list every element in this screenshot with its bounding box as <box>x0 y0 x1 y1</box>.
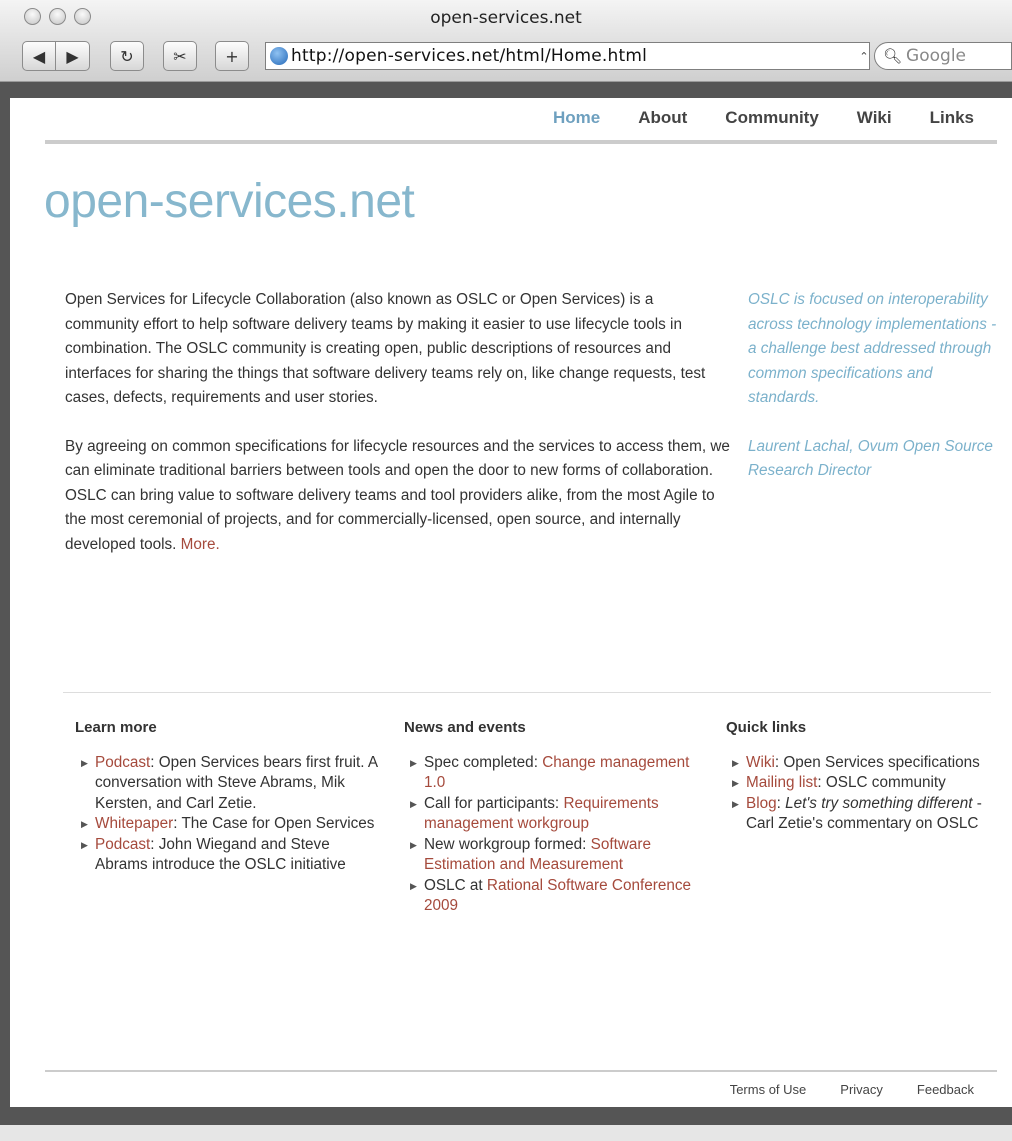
bullet-icon: ▶ <box>81 757 88 768</box>
news-heading: News and events <box>404 719 526 736</box>
blog-link[interactable]: Blog <box>746 795 777 812</box>
reload-button[interactable]: ↻ <box>110 41 144 71</box>
list-item: ▶ Spec completed: Change management 1.0 <box>404 753 704 794</box>
feedback-link[interactable]: Feedback <box>917 1082 974 1097</box>
news-section: News and events ▶ Spec completed: Change … <box>404 718 704 917</box>
list-item: ▶ Podcast: Open Services bears first frui… <box>75 753 385 815</box>
viewport-frame-bottom <box>0 1107 1012 1125</box>
forward-arrow-icon: ▶ <box>66 46 79 66</box>
wiki-link[interactable]: Wiki <box>746 754 775 771</box>
bullet-icon: ▶ <box>732 757 739 768</box>
list-item-text: Spec completed: <box>424 753 543 771</box>
plus-icon: + <box>225 46 239 66</box>
podcast-link[interactable]: Podcast <box>95 836 150 853</box>
list-item: ▶ Podcast: John Wiegand and Steve Abrams … <box>75 835 385 876</box>
learn-more-section: Learn more ▶ Podcast: Open Services bears… <box>75 718 385 876</box>
address-dropdown[interactable]: ⌃ <box>858 42 870 70</box>
learn-more-heading: Learn more <box>75 719 157 736</box>
blog-title: Let's try something different <box>785 794 973 812</box>
bullet-icon: ▶ <box>410 798 417 809</box>
list-item-text: : Open Services specifications <box>774 753 980 771</box>
address-bar[interactable]: http://open-services.net/html/Home.html <box>265 42 870 70</box>
viewport-frame-top <box>0 82 1012 98</box>
list-item-text: : The Case for Open Services <box>173 815 375 832</box>
list-item: ▶ OSLC at Rational Software Conference 20… <box>404 876 704 917</box>
pull-quote: OSLC is focused on interoperability acro… <box>748 288 998 484</box>
search-field[interactable]: 🔍︎ Google <box>874 42 1012 70</box>
quote-text: OSLC is focused on interoperability acro… <box>748 291 997 406</box>
bullet-icon: ▶ <box>732 798 739 809</box>
back-arrow-icon: ◀ <box>32 46 46 66</box>
list-item-text: OSLC at <box>424 876 487 894</box>
nav-divider <box>45 140 997 144</box>
status-bar <box>0 1125 1012 1141</box>
list-item: ▶ Mailing list: OSLC community <box>726 773 996 794</box>
magnifier-icon: 🔍︎ <box>883 47 903 65</box>
intro-text: Open Services for Lifecycle Collaboratio… <box>65 288 730 557</box>
scissors-icon: ✂ <box>173 46 187 66</box>
privacy-link[interactable]: Privacy <box>840 1082 883 1097</box>
globe-icon <box>270 47 288 65</box>
quick-links-heading: Quick links <box>726 719 807 736</box>
add-bookmark-button[interactable]: + <box>215 41 249 71</box>
main-nav: Home About Community Wiki Links <box>534 108 974 128</box>
mailing-list-link[interactable]: Mailing list <box>746 774 817 791</box>
address-url: http://open-services.net/html/Home.html <box>291 46 648 66</box>
bullet-icon: ▶ <box>410 880 417 891</box>
viewport-frame-left <box>0 82 10 1112</box>
bullet-icon: ▶ <box>732 778 739 788</box>
back-button[interactable]: ◀ <box>22 41 56 71</box>
forward-button[interactable]: ▶ <box>56 41 90 71</box>
bullet-icon: ▶ <box>410 839 417 850</box>
terms-link[interactable]: Terms of Use <box>730 1082 807 1097</box>
list-item: ▶ Call for participants: Requirements man… <box>404 794 704 835</box>
quick-links-section: Quick links ▶ Wiki: Open Services specifi… <box>726 718 996 835</box>
bullet-icon: ▶ <box>81 819 88 829</box>
footer-divider <box>45 1070 997 1072</box>
reload-icon: ↻ <box>120 46 134 66</box>
intro-paragraph-2-text: By agreeing on common specifications for… <box>65 437 730 553</box>
nav-links[interactable]: Links <box>911 108 974 128</box>
web-page: Home About Community Wiki Links open-ser… <box>10 98 1012 1107</box>
snip-button[interactable]: ✂ <box>163 41 197 71</box>
window-title: open-services.net <box>430 8 582 28</box>
list-item-text: Call for participants: <box>424 794 564 812</box>
intro-paragraph-1: Open Services for Lifecycle Collaboratio… <box>65 291 706 406</box>
bullet-icon: ▶ <box>410 757 417 768</box>
list-item-text: New workgroup formed: <box>424 835 591 853</box>
nav-about[interactable]: About <box>619 108 706 128</box>
list-item: ▶ Wiki: Open Services specifications <box>726 753 996 774</box>
list-item: ▶ New workgroup formed: Software Estimati… <box>404 835 704 876</box>
podcast-link[interactable]: Podcast <box>95 754 150 771</box>
quote-attribution: Laurent Lachal, Ovum Open Source Researc… <box>748 437 993 480</box>
section-divider <box>63 692 991 693</box>
search-placeholder: Google <box>906 46 966 66</box>
list-item: ▶ Whitepaper: The Case for Open Services <box>75 814 385 835</box>
history-buttons: ◀ ▶ <box>22 41 90 71</box>
nav-wiki[interactable]: Wiki <box>838 108 911 128</box>
site-title: open-services.net <box>44 175 415 228</box>
browser-chrome: open-services.net ◀ ▶ ↻ ✂ + http://open-… <box>0 0 1012 82</box>
list-item: ▶ Blog: Let's try something different - C… <box>732 794 982 833</box>
whitepaper-link[interactable]: Whitepaper <box>95 815 173 832</box>
footer-links: Terms of Use Privacy Feedback <box>696 1082 974 1097</box>
list-item-text: : OSLC community <box>817 774 946 791</box>
intro-paragraph-2: By agreeing on common specifications for… <box>65 435 730 558</box>
more-link[interactable]: More. <box>181 536 220 553</box>
bullet-icon: ▶ <box>81 839 88 850</box>
nav-home[interactable]: Home <box>534 108 619 128</box>
nav-community[interactable]: Community <box>706 108 838 128</box>
